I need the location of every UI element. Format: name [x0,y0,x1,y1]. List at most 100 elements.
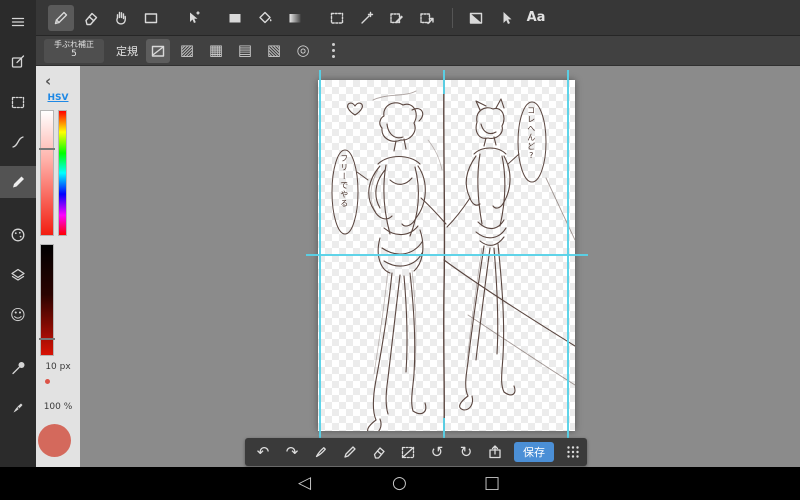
sidebar-item-select[interactable] [0,86,36,118]
filled-square-icon [229,13,241,22]
sidebar-item-face[interactable]: ☺ [0,299,36,331]
bucket-tool-button[interactable] [252,5,278,31]
value-marker [39,338,55,340]
selection-icon [11,96,25,109]
paint-bucket-icon [259,11,272,23]
text-tool-label: Aa [526,10,546,25]
layers-icon [11,268,25,281]
pen-button[interactable] [311,441,331,463]
guide-vertical-right[interactable] [567,70,569,444]
gradient-icon [289,13,301,22]
undo-button[interactable]: ↶ [253,441,273,463]
curve-icon [12,136,24,148]
ruler-label: 定規 [116,44,138,58]
speech-bubble-text-right: コレへんど? [526,106,536,161]
sidebar-item-pencil[interactable] [0,166,36,198]
select-move-tool-button[interactable] [414,5,440,31]
ruler-grid-button[interactable]: ▦ [204,39,228,63]
cursor-arrow-icon [503,11,512,24]
eraser-button[interactable] [369,441,389,463]
rotate-ccw-button[interactable]: ↺ [427,441,447,463]
select-pen-tool-button[interactable] [384,5,410,31]
brush-size-preview-dot [45,379,50,384]
top-toolbar: Aa [36,0,800,36]
sidebar-item-menu[interactable] [0,6,36,38]
eraser-icon [373,447,385,459]
nav-back-button[interactable]: ◁ [298,473,311,493]
sidebar-item-layers[interactable] [0,259,36,291]
guide-tick-top-center [443,70,445,94]
sidebar-item-curve[interactable] [0,126,36,158]
brush-color-preview[interactable] [38,424,71,457]
selection-pen-icon [390,12,403,23]
cursor-tool-button[interactable] [493,5,519,31]
dashed-selection-icon [330,12,344,24]
select-rect-tool-button[interactable] [324,5,350,31]
redo-button[interactable]: ↷ [282,441,302,463]
brush-tool-button[interactable] [48,4,74,31]
ruler-toolbar: 手ぶれ補正 5 定規 ▨ ▦ ▤ ▧ ◎ [36,36,800,66]
ruler-snap-button[interactable] [146,38,170,63]
undo-icon: ↶ [256,442,270,461]
hsv-mode-label[interactable]: HSV [36,93,80,103]
grid-dots-icon [567,446,579,458]
sidebar-item-edit[interactable] [0,46,36,78]
save-label: 保存 [523,446,545,459]
speech-bubble-text-left: フリーでやる [339,154,349,208]
pen-icon [315,447,326,458]
ruler-diagonal-button[interactable]: ▧ [262,39,286,63]
rectangle-icon [144,12,158,23]
guide-vertical-left[interactable] [319,70,321,444]
brush-icon [54,11,68,24]
sidebar-item-pen[interactable] [0,392,36,424]
text-tool-button[interactable]: Aa [523,5,549,31]
android-nav-bar: ◁ ○ □ [0,467,800,500]
tone-tool-button[interactable] [463,5,489,31]
eyedropper-icon [12,362,25,375]
transform-tool-button[interactable] [180,5,206,31]
transform-cursor-icon [190,10,200,23]
saturation-bar[interactable] [40,110,54,236]
collapse-panel-button[interactable]: ‹ [45,74,51,89]
save-button[interactable]: 保存 [514,442,554,462]
stabilizer-button[interactable]: 手ぶれ補正 5 [44,38,104,63]
opacity-label[interactable]: 100 % [36,402,80,412]
selection-move-icon [420,12,434,24]
canvas-area: フリーでやる コレへんど? [80,66,800,467]
sidebar-item-palette[interactable] [0,219,36,251]
stabilizer-value: 5 [71,48,77,59]
pencil-button[interactable] [340,441,360,463]
overflow-menu-button[interactable] [323,39,343,63]
ruler-snap-icon [151,45,165,57]
deselect-button[interactable] [398,441,418,463]
fill-rect-tool-button[interactable] [222,5,248,31]
ruler-hlines-button[interactable]: ▤ [233,39,257,63]
hue-bar[interactable] [58,110,67,236]
eraser-icon [85,12,98,25]
app-window: Aa 手ぶれ補正 5 定規 ▨ ▦ ▤ ▧ ◎ ☺ ‹ HSV 10 px 10… [0,0,800,500]
grid-button[interactable] [563,441,583,463]
shape-tool-button[interactable] [138,5,164,31]
smiley-icon: ☺ [10,305,26,324]
deselect-icon [401,446,415,459]
nav-home-button[interactable]: ○ [392,473,407,493]
rotate-cw-button[interactable]: ↻ [456,441,476,463]
guide-horizontal-center[interactable] [306,254,588,256]
edit-note-icon [11,55,25,68]
hatch-ruler-icon: ▨ [179,41,195,59]
left-sidebar: ☺ [0,0,36,467]
hand-tool-button[interactable] [108,5,134,31]
magic-wand-tool-button[interactable] [354,5,380,31]
pencil-icon [13,176,24,188]
brush-size-label[interactable]: 10 px [36,362,80,372]
palette-icon [11,228,25,242]
nav-recent-button[interactable]: □ [484,473,500,493]
eraser-tool-button[interactable] [78,5,104,31]
ruler-hatch-button[interactable]: ▨ [175,39,199,63]
rotate-ccw-icon: ↺ [430,442,444,461]
ruler-concentric-button[interactable]: ◎ [291,39,315,63]
export-button[interactable] [485,441,505,463]
pen-nib-icon [13,403,23,413]
sidebar-item-eyedropper[interactable] [0,352,36,384]
gradient-tool-button[interactable] [282,5,308,31]
